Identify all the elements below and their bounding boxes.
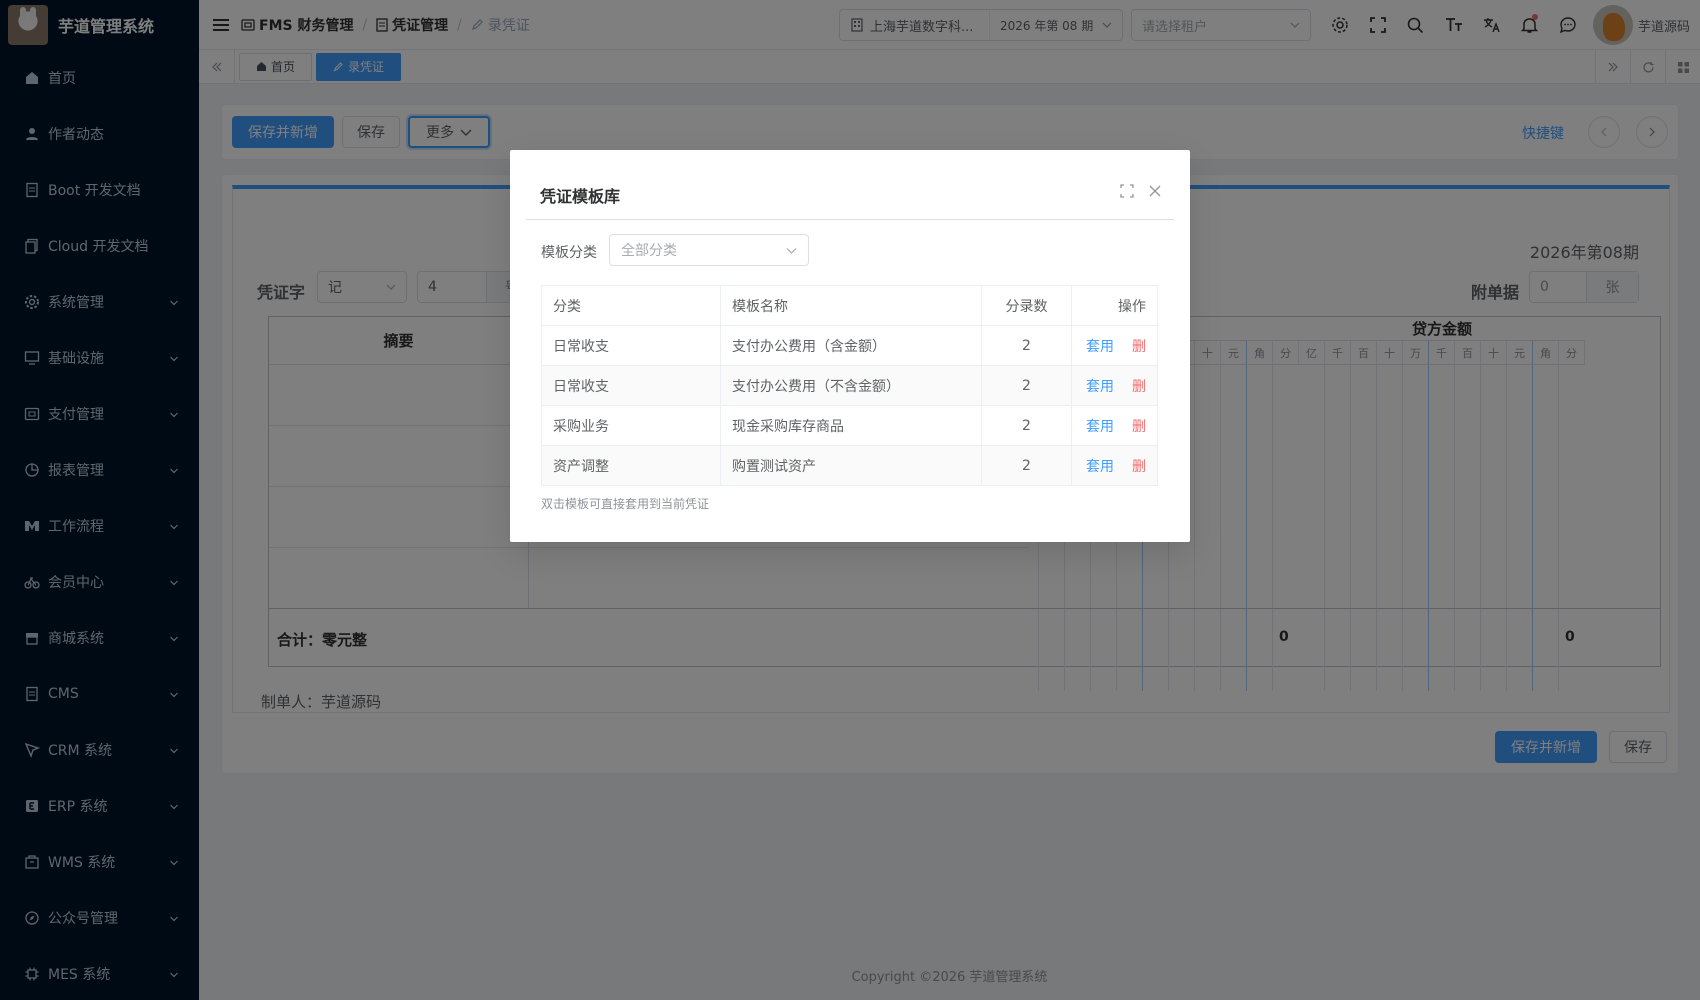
delete-template-button[interactable]: 删	[1132, 419, 1146, 435]
apply-template-button[interactable]: 套用	[1086, 419, 1114, 435]
template-name: 支付办公费用（含金额）	[720, 325, 982, 366]
template-entry-count: 2	[981, 325, 1072, 366]
template-name: 购置测试资产	[720, 445, 982, 486]
category-filter-label: 模板分类	[541, 245, 597, 261]
template-library-dialog: 凭证模板库 模板分类 全部分类 分类 模板名称 分录数 操作 日常收支 支付办公费…	[510, 150, 1190, 542]
table-row[interactable]: 采购业务 现金采购库存商品 2 套用 删	[541, 405, 1158, 446]
delete-template-button[interactable]: 删	[1132, 379, 1146, 395]
template-actions: 套用 删	[1071, 365, 1158, 406]
dialog-hint: 双击模板可直接套用到当前凭证	[541, 497, 710, 511]
apply-template-button[interactable]: 套用	[1086, 379, 1114, 395]
template-entry-count: 2	[981, 365, 1072, 406]
table-header-row: 分类 模板名称 分录数 操作	[541, 285, 1158, 326]
template-category: 资产调整	[541, 445, 721, 486]
delete-template-button[interactable]: 删	[1132, 459, 1146, 475]
dialog-title: 凭证模板库	[540, 187, 621, 206]
template-category: 日常收支	[541, 365, 721, 406]
template-category: 采购业务	[541, 405, 721, 446]
template-actions: 套用 删	[1071, 325, 1158, 366]
template-actions: 套用 删	[1071, 445, 1158, 486]
template-name: 现金采购库存商品	[720, 405, 982, 446]
category-filter-select[interactable]: 全部分类	[609, 234, 809, 266]
dialog-divider	[526, 219, 1174, 220]
template-table: 分类 模板名称 分录数 操作 日常收支 支付办公费用（含金额） 2 套用删日常收支 支付…	[541, 285, 1158, 486]
col-entry-count: 分录数	[981, 285, 1072, 326]
close-icon[interactable]	[1148, 184, 1162, 198]
delete-template-button[interactable]: 删	[1132, 339, 1146, 355]
table-row[interactable]: 日常收支 支付办公费用（不含金额） 2 套用 删	[541, 365, 1158, 406]
apply-template-button[interactable]: 套用	[1086, 459, 1114, 475]
apply-template-button[interactable]: 套用	[1086, 339, 1114, 355]
template-actions: 套用 删	[1071, 405, 1158, 446]
chevron-down-icon	[786, 247, 797, 254]
fullscreen-icon[interactable]	[1120, 184, 1134, 198]
table-row[interactable]: 日常收支 支付办公费用（含金额） 2 套用 删	[541, 325, 1158, 366]
col-template-name: 模板名称	[720, 285, 982, 326]
table-row[interactable]: 资产调整 购置测试资产 2 套用 删	[541, 445, 1158, 486]
template-category: 日常收支	[541, 325, 721, 366]
template-entry-count: 2	[981, 445, 1072, 486]
col-actions: 操作	[1071, 285, 1158, 326]
col-category: 分类	[541, 285, 721, 326]
template-name: 支付办公费用（不含金额）	[720, 365, 982, 406]
template-entry-count: 2	[981, 405, 1072, 446]
